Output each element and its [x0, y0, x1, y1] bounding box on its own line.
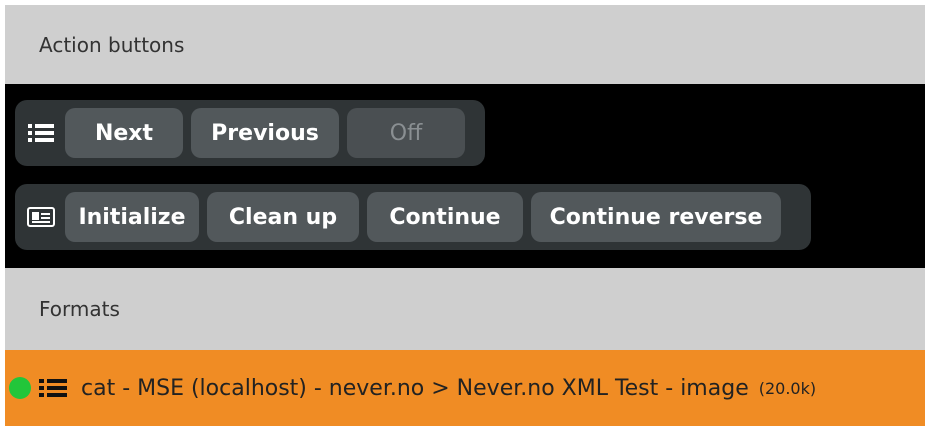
- list-icon: [23, 113, 59, 153]
- formats-header: Formats: [5, 268, 925, 350]
- format-list-item[interactable]: cat - MSE (localhost) - never.no > Never…: [5, 350, 925, 426]
- formats-title: Formats: [39, 297, 120, 321]
- format-item-label: cat - MSE (localhost) - never.no > Never…: [81, 375, 749, 401]
- action-buttons-header: Action buttons: [5, 5, 925, 84]
- template-control-group: Initialize Clean up Continue Continue re…: [15, 184, 811, 250]
- list-icon: [39, 375, 69, 401]
- continue-button[interactable]: Continue: [367, 192, 523, 242]
- next-button[interactable]: Next: [65, 108, 183, 158]
- off-button[interactable]: Off: [347, 108, 465, 158]
- status-indicator: [9, 377, 31, 399]
- playlist-control-group: Next Previous Off: [15, 100, 485, 166]
- format-item-size: (20.0k): [758, 378, 817, 398]
- previous-button[interactable]: Previous: [191, 108, 339, 158]
- continue-reverse-button[interactable]: Continue reverse: [531, 192, 781, 242]
- action-buttons-title: Action buttons: [39, 32, 185, 57]
- id-card-icon: [23, 197, 59, 237]
- clean-up-button[interactable]: Clean up: [207, 192, 359, 242]
- initialize-button[interactable]: Initialize: [65, 192, 199, 242]
- action-buttons-panel: Next Previous Off Initialize Clean up Co…: [5, 84, 925, 268]
